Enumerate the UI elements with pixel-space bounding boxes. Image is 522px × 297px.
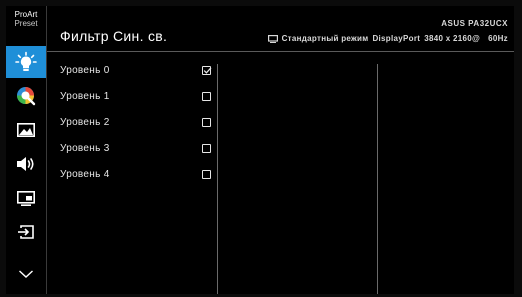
sidebar: ProArt Preset	[6, 6, 46, 294]
osd-panel: ProArt Preset Фильтр Син. св. ASUS PA32U…	[6, 6, 514, 294]
logo-line2: Preset	[14, 19, 38, 28]
status-mode: Стандартный режим	[281, 34, 369, 43]
status-resolution: 3840 x 2160@	[424, 34, 481, 43]
bluelight-icon	[15, 51, 37, 71]
header: Фильтр Син. св. ASUS PA32UCX Стандартный…	[47, 6, 514, 50]
sidebar-item-input-select[interactable]	[6, 216, 46, 248]
column-divider	[377, 64, 378, 294]
pip-icon	[17, 190, 35, 206]
proart-preset-logo[interactable]: ProArt Preset	[10, 10, 42, 38]
level-checkbox[interactable]	[202, 170, 211, 179]
sidebar-item-sound[interactable]	[6, 148, 46, 180]
status-refresh: 60Hz	[488, 34, 508, 43]
image-icon	[17, 123, 35, 137]
level-label: Уровень 4	[60, 169, 110, 180]
list-item-level-2[interactable]: Уровень 2	[58, 117, 218, 143]
monitor-icon	[267, 34, 278, 43]
header-divider	[47, 51, 514, 52]
page-title: Фильтр Син. св.	[60, 28, 168, 44]
level-label: Уровень 0	[60, 65, 110, 76]
input-select-icon	[18, 225, 34, 239]
level-checkbox[interactable]	[202, 144, 211, 153]
status-bar: Стандартный режим DisplayPort 3840 x 216…	[267, 34, 508, 43]
sidebar-item-image[interactable]	[6, 114, 46, 146]
sidebar-item-bluelight[interactable]	[6, 46, 46, 78]
level-checkbox[interactable]	[202, 118, 211, 127]
color-icon	[17, 87, 36, 106]
sound-icon	[17, 157, 34, 171]
level-label: Уровень 3	[60, 143, 110, 154]
logo-line1: ProArt	[14, 10, 38, 19]
list-item-level-3[interactable]: Уровень 3	[58, 143, 218, 169]
level-checkbox-checked[interactable]	[202, 66, 212, 75]
sidebar-scroll-down[interactable]	[6, 258, 46, 290]
level-label: Уровень 2	[60, 117, 110, 128]
list-item-level-1[interactable]: Уровень 1	[58, 91, 218, 117]
list-item-level-0[interactable]: Уровень 0	[58, 65, 218, 91]
sidebar-item-color[interactable]	[6, 80, 46, 112]
chevron-down-icon	[19, 270, 33, 278]
checkmark-icon	[203, 67, 212, 74]
bluelight-level-list: Уровень 0 Уровень 1 Уровень 2 Уровень 3 …	[58, 65, 218, 195]
sidebar-item-pip[interactable]	[6, 182, 46, 214]
level-label: Уровень 1	[60, 91, 110, 102]
level-checkbox[interactable]	[202, 92, 211, 101]
list-item-level-4[interactable]: Уровень 4	[58, 169, 218, 195]
column-divider	[217, 64, 218, 294]
status-input: DisplayPort	[372, 34, 421, 43]
model-name: ASUS PA32UCX	[441, 19, 508, 28]
